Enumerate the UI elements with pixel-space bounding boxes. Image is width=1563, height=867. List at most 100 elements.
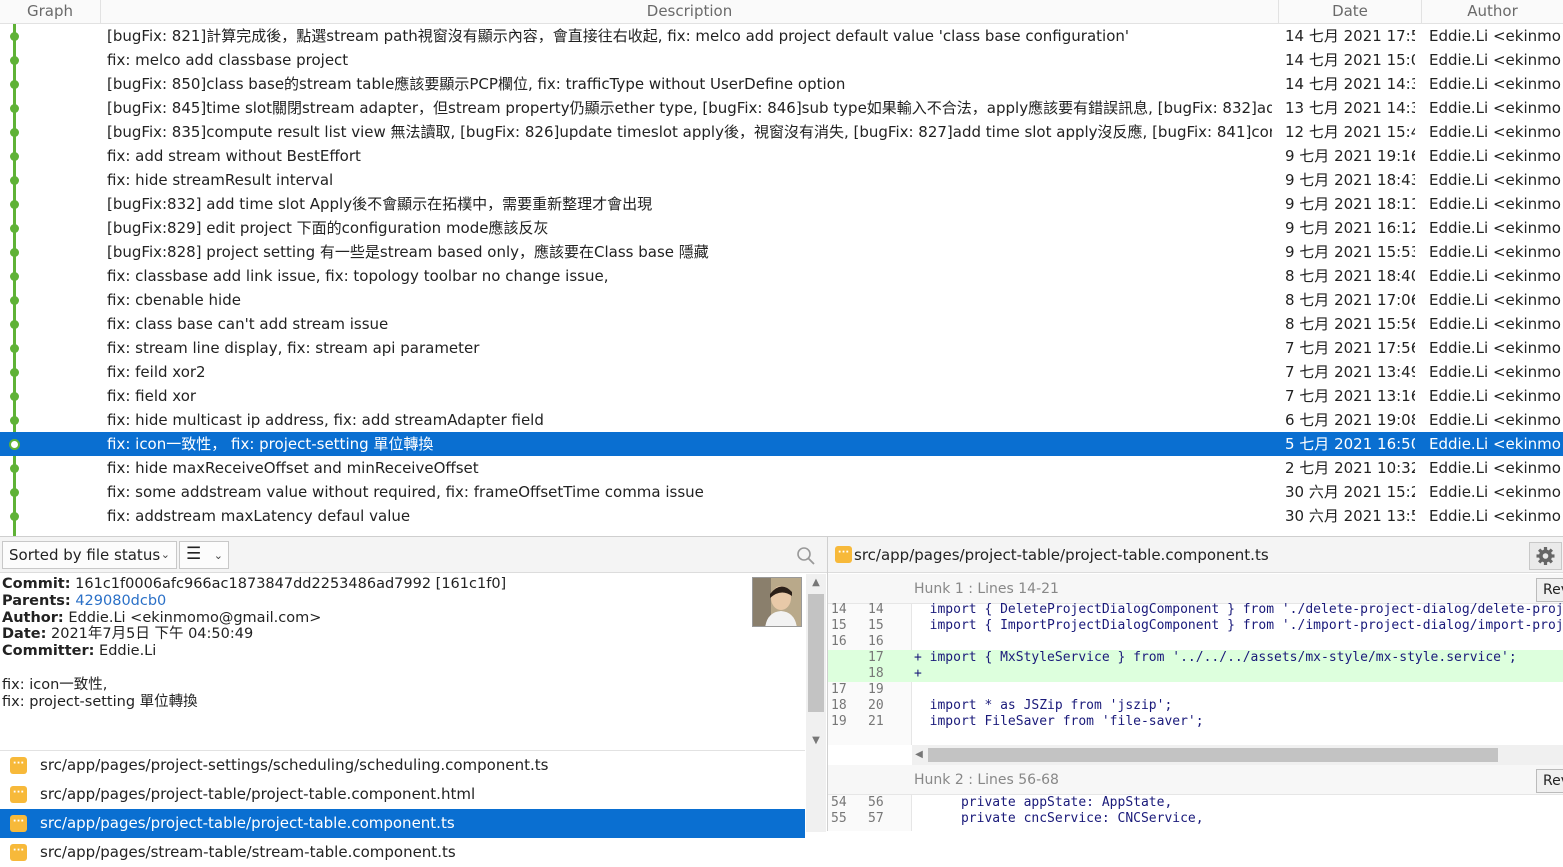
- code-text: import { DeleteProjectDialogComponent } …: [914, 602, 1563, 617]
- commit-log: Graph Description Date Author [bugFix: 8…: [0, 0, 1563, 536]
- commit-row[interactable]: [bugFix: 850]class base的stream table應該要顯…: [0, 72, 1563, 96]
- parents-line: Parents: 429080dcb0: [2, 593, 805, 610]
- commit-date: 9 七月 2021 16:12: [1285, 219, 1415, 237]
- code-line: 55 57 private cncService: CNCService,: [828, 811, 1563, 827]
- view-mode-dropdown[interactable]: ☰ ⌄: [179, 541, 229, 569]
- diff-horizontal-scrollbar[interactable]: ◀: [912, 745, 1563, 765]
- details-scrollbar[interactable]: ▲ ▼: [806, 574, 826, 750]
- commit-row[interactable]: fix: hide multicast ip address, fix: add…: [0, 408, 1563, 432]
- commit-author: Eddie.Li <ekinmo: [1429, 267, 1561, 285]
- new-line-number: 57: [868, 811, 884, 826]
- reverse-hunk-1-button[interactable]: Rev: [1536, 578, 1563, 602]
- commit-row[interactable]: fix: cbenable hide 8 七月 2021 17:06 Eddie.L…: [0, 288, 1563, 312]
- commit-author: Eddie.Li <ekinmo: [1429, 363, 1561, 381]
- new-line-number: 17: [868, 650, 884, 665]
- scroll-up-icon[interactable]: ▲: [806, 574, 826, 592]
- file-list-item[interactable]: ··· src/app/pages/stream-table/stream-tab…: [0, 838, 805, 867]
- commit-row[interactable]: [bugFix:829] edit project 下面的configurati…: [0, 216, 1563, 240]
- commit-description: fix: hide maxReceiveOffset and minReceiv…: [107, 459, 479, 477]
- file-list-item[interactable]: ··· src/app/pages/project-table/project-t…: [0, 809, 805, 838]
- commit-list: [bugFix: 821]計算完成後，點選stream path視窗沒有顯示內容…: [0, 24, 1563, 528]
- commit-row[interactable]: fix: feild xor2 7 七月 2021 13:49 Eddie.Li <…: [0, 360, 1563, 384]
- commit-row[interactable]: [bugFix:828] project setting 有一些是stream …: [0, 240, 1563, 264]
- commit-node: [10, 368, 19, 377]
- author-label: Author:: [2, 609, 64, 626]
- commit-node: [10, 200, 19, 209]
- parents-label: Parents:: [2, 592, 71, 609]
- commit-node: [10, 248, 19, 257]
- file-toolbar: Sorted by file status ⌄ ☰ ⌄: [0, 537, 827, 573]
- commit-row[interactable]: [bugFix:832] add time slot Apply後不會顯示在拓樸…: [0, 192, 1563, 216]
- commit-author: Eddie.Li <ekinmo: [1429, 411, 1561, 429]
- file-list-item[interactable]: ··· src/app/pages/project-table/project-t…: [0, 780, 805, 809]
- commit-row[interactable]: fix: hide streamResult interval 9 七月 2021…: [0, 168, 1563, 192]
- commit-author: Eddie.Li <ekinmo: [1429, 147, 1561, 165]
- search-icon[interactable]: [795, 545, 817, 567]
- date-label: Date:: [2, 626, 47, 643]
- commit-row[interactable]: fix: field xor 7 七月 2021 13:16 Eddie.Li <e…: [0, 384, 1563, 408]
- code-line: 16 16: [828, 634, 1563, 650]
- code-text: +: [914, 666, 922, 681]
- committer-label: Committer:: [2, 643, 95, 660]
- hunk-1-title: Hunk 1 : Lines 14-21: [914, 581, 1059, 597]
- commit-row[interactable]: fix: melco add classbase project 14 七月 20…: [0, 48, 1563, 72]
- hunk-2-header: Hunk 2 : Lines 56-68 Rev: [828, 765, 1563, 795]
- scroll-down-icon[interactable]: ▼: [806, 732, 826, 750]
- column-header-description[interactable]: Description: [101, 0, 1279, 24]
- scrollbar-thumb[interactable]: [928, 748, 1498, 762]
- sort-dropdown[interactable]: Sorted by file status ⌄: [2, 541, 177, 569]
- file-list-scrollbar[interactable]: [806, 750, 826, 832]
- commit-date: 7 七月 2021 13:16: [1285, 387, 1415, 405]
- commit-date: 9 七月 2021 19:16: [1285, 147, 1415, 165]
- commit-row[interactable]: fix: icon一致性， fix: project-setting 單位轉換 5…: [0, 432, 1563, 456]
- commit-row[interactable]: fix: hide maxReceiveOffset and minReceiv…: [0, 456, 1563, 480]
- commit-date: 14 七月 2021 14:35: [1285, 75, 1415, 93]
- commit-row[interactable]: [bugFix: 835]compute result list view 無法…: [0, 120, 1563, 144]
- commit-node: [10, 32, 19, 41]
- code-line: 19 21 import FileSaver from 'file-saver';: [828, 714, 1563, 730]
- commit-node: [10, 344, 19, 353]
- commit-description: fix: classbase add link issue, fix: topo…: [107, 267, 609, 285]
- old-line-number: 54: [831, 795, 847, 810]
- parent-link[interactable]: 429080dcb0: [75, 593, 166, 609]
- column-header-graph[interactable]: Graph: [0, 0, 101, 24]
- new-line-number: 19: [868, 682, 884, 697]
- old-line-number: 18: [831, 698, 847, 713]
- commit-row[interactable]: [bugFix: 845]time slot關閉stream adapter，但…: [0, 96, 1563, 120]
- diff-options-button[interactable]: [1529, 542, 1562, 570]
- commit-description: fix: cbenable hide: [107, 291, 241, 309]
- sort-dropdown-label: Sorted by file status: [9, 546, 161, 564]
- commit-row[interactable]: fix: add stream without BestEffort 9 七月 2…: [0, 144, 1563, 168]
- commit-row[interactable]: fix: some addstream value without requir…: [0, 480, 1563, 504]
- file-list-item[interactable]: ··· src/app/pages/project-settings/schedu…: [0, 751, 805, 780]
- diff-file-path: src/app/pages/project-table/project-tabl…: [854, 546, 1269, 564]
- commit-node: [10, 104, 19, 113]
- file-name: src/app/pages/project-table/project-tabl…: [40, 785, 476, 803]
- modified-file-icon: ···: [10, 786, 27, 803]
- code-text: private cncService: CNCService,: [914, 811, 1204, 826]
- commit-author: Eddie.Li <ekinmo: [1429, 75, 1561, 93]
- column-header-author[interactable]: Author: [1422, 0, 1563, 24]
- commit-date: 8 七月 2021 18:40: [1285, 267, 1415, 285]
- commit-description: fix: icon一致性， fix: project-setting 單位轉換: [107, 435, 434, 453]
- commit-node: [10, 464, 19, 473]
- commit-date: 7 七月 2021 17:56: [1285, 339, 1415, 357]
- commit-node: [10, 272, 19, 281]
- commit-description: [bugFix: 821]計算完成後，點選stream path視窗沒有顯示內容…: [107, 27, 1130, 45]
- commit-author: Eddie.Li <ekinmo: [1429, 123, 1561, 141]
- hunk-2-title: Hunk 2 : Lines 56-68: [914, 772, 1059, 788]
- commit-author: Eddie.Li <ekinmo: [1429, 219, 1561, 237]
- author-line: Author: Eddie.Li <ekinmomo@gmail.com>: [2, 610, 805, 627]
- commit-row[interactable]: fix: stream line display, fix: stream ap…: [0, 336, 1563, 360]
- commit-row[interactable]: fix: classbase add link issue, fix: topo…: [0, 264, 1563, 288]
- reverse-hunk-2-button[interactable]: Rev: [1536, 769, 1563, 793]
- commit-message-line-1: fix: icon一致性,: [2, 676, 108, 693]
- column-header-date[interactable]: Date: [1279, 0, 1422, 24]
- code-text: import * as JSZip from 'jszip';: [914, 698, 1173, 713]
- scrollbar-thumb[interactable]: [808, 594, 824, 712]
- commit-row[interactable]: fix: addstream maxLatency defaul value 30…: [0, 504, 1563, 528]
- commit-row[interactable]: [bugFix: 821]計算完成後，點選stream path視窗沒有顯示內容…: [0, 24, 1563, 48]
- commit-row[interactable]: fix: class base can't add stream issue 8 …: [0, 312, 1563, 336]
- new-line-number: 20: [868, 698, 884, 713]
- scroll-left-icon[interactable]: ◀: [912, 745, 926, 765]
